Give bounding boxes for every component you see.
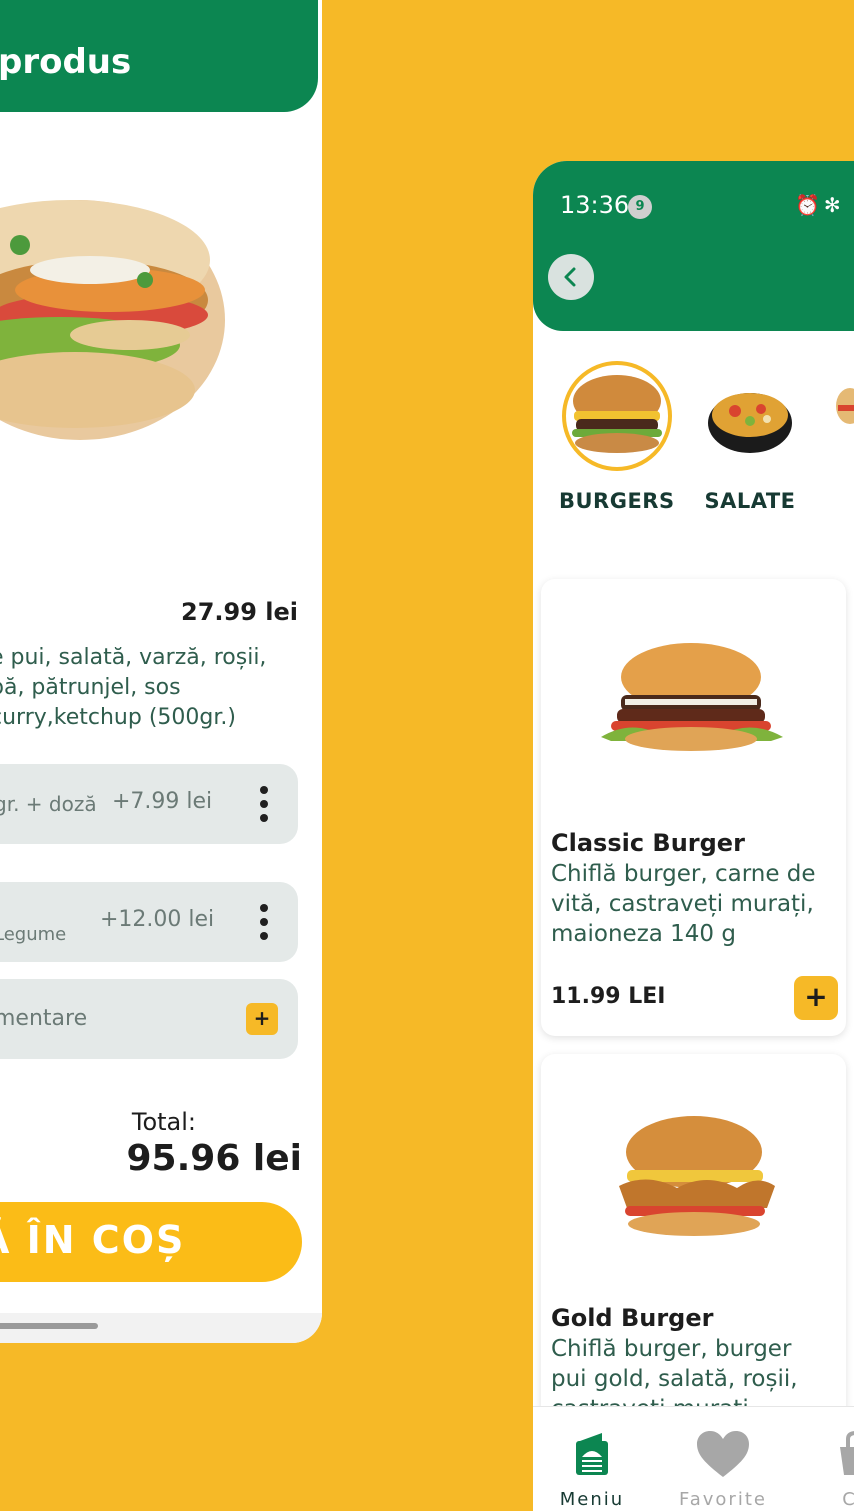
product-description: e pui, salată, varză, roșii, pă, pătrunj…: [0, 643, 310, 733]
description-line: curry,ketchup (500gr.): [0, 705, 236, 730]
back-button[interactable]: [548, 254, 594, 300]
more-options-icon[interactable]: [260, 786, 268, 824]
add-to-cart-label: Ă ÎN COȘ: [0, 1218, 186, 1262]
category-image: [695, 361, 805, 471]
chevron-left-icon: [564, 267, 576, 287]
product-name: Gold Burger: [551, 1304, 714, 1332]
product-image: [601, 643, 783, 751]
product-description: Chiflă burger, carne de vită, castraveți…: [551, 859, 841, 949]
product-image: [0, 200, 225, 440]
option-name: Legume: [0, 924, 67, 945]
add-to-cart-button[interactable]: +: [794, 976, 838, 1020]
menu-bag-icon: [576, 1433, 608, 1475]
category-label: SA: [830, 489, 854, 513]
total-label: Total:: [131, 1108, 196, 1136]
category-label: SALATE: [704, 489, 796, 513]
product-header: produs: [0, 0, 318, 112]
nav-label: Meniu: [559, 1489, 625, 1510]
category-image: [561, 361, 672, 471]
page-title: produs: [0, 42, 132, 82]
add-option-button[interactable]: +: [246, 1003, 278, 1035]
add-to-cart-button[interactable]: Ă ÎN COȘ: [0, 1202, 302, 1282]
option-price: +12.00 lei: [100, 907, 215, 932]
total-value: 95.96 lei: [126, 1138, 303, 1179]
alarm-icon: ⏰: [795, 193, 824, 217]
more-options-icon[interactable]: [260, 904, 268, 942]
product-price: 11.99 LEI: [551, 984, 666, 1009]
menu-screen: 13:36 9 ⏰✻ BURGERS SALATE Classic Burger…: [533, 161, 854, 1511]
option-row[interactable]: mentare +: [0, 979, 298, 1059]
category-burgers[interactable]: BURGERS: [559, 361, 675, 513]
description-line: vită, castraveți murați,: [551, 891, 814, 917]
product-price: 27.99 lei: [181, 598, 298, 626]
description-line: Chiflă burger, burger: [551, 1336, 792, 1362]
bottom-navigation: Meniu Favorite Co: [533, 1406, 854, 1511]
status-icons: ⏰✻: [795, 193, 845, 217]
heart-icon: [697, 1431, 749, 1477]
product-name: Classic Burger: [551, 829, 745, 857]
description-line: Chiflă burger, carne de: [551, 861, 816, 887]
option-row[interactable]: Legume +12.00 lei: [0, 882, 298, 962]
menu-header: 13:36 9 ⏰✻: [533, 161, 854, 331]
nav-label: Favorite: [679, 1489, 767, 1510]
home-indicator[interactable]: [0, 1323, 98, 1329]
product-card[interactable]: Classic Burger Chiflă burger, carne de v…: [541, 579, 846, 1036]
option-name: mentare: [0, 1006, 88, 1031]
option-price: +7.99 lei: [112, 789, 213, 814]
nav-item-favorites[interactable]: Favorite: [678, 1429, 768, 1510]
status-time: 13:36: [560, 191, 630, 219]
category-image: [830, 361, 854, 471]
nav-item-cart[interactable]: Co: [831, 1429, 854, 1510]
description-line: e pui, salată, varză, roșii,: [0, 645, 267, 670]
description-line: maioneza 140 g: [551, 921, 736, 947]
bluetooth-icon: ✻: [823, 193, 845, 217]
description-line: pui gold, salată, roșii,: [551, 1366, 798, 1392]
shopping-bag-icon: [840, 1431, 854, 1475]
description-line: pă, pătrunjel, sos: [0, 675, 181, 700]
category-sandwich[interactable]: SA: [830, 361, 854, 513]
option-row[interactable]: gr. + doză +7.99 lei: [0, 764, 298, 844]
notification-badge: 9: [628, 195, 652, 219]
product-image: [619, 1116, 775, 1236]
nav-label: Co: [842, 1489, 854, 1510]
category-salate[interactable]: SALATE: [695, 361, 805, 513]
nav-item-menu[interactable]: Meniu: [553, 1429, 631, 1510]
option-name: gr. + doză: [0, 792, 97, 816]
product-detail-screen: produs 27.99 lei e pui, salată, varză, r…: [0, 0, 322, 1343]
category-label: BURGERS: [559, 489, 675, 513]
